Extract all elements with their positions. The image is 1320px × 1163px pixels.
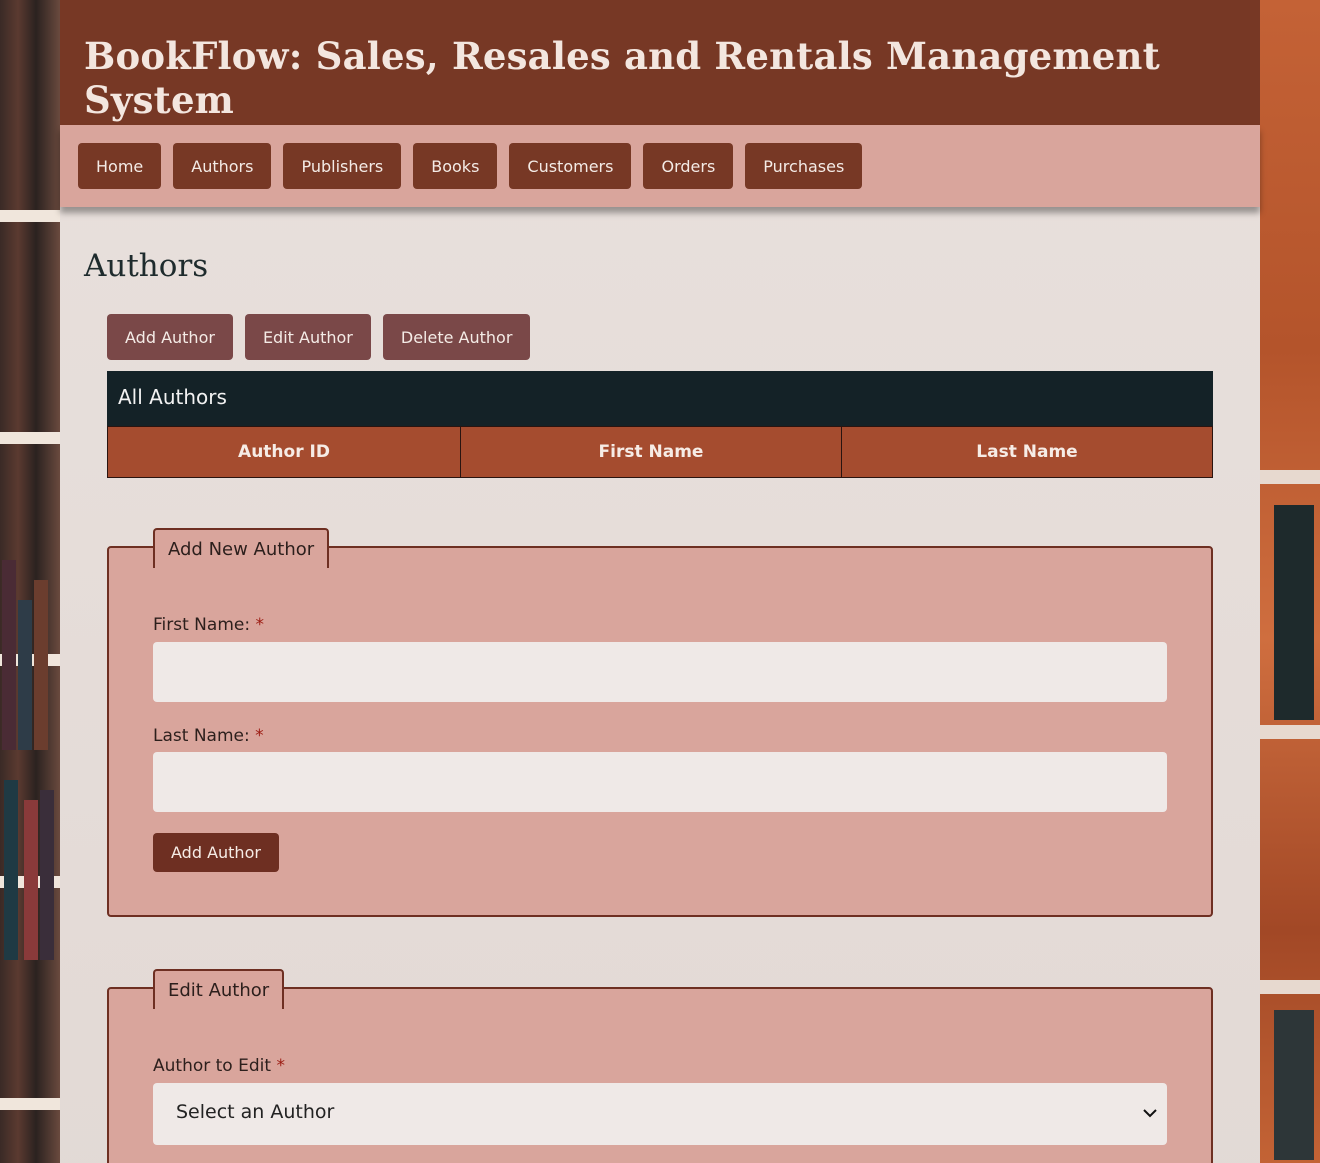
nav-purchases-button[interactable]: Purchases (745, 143, 863, 189)
column-header-author-id[interactable]: Author ID (107, 426, 461, 478)
app-header: BookFlow: Sales, Resales and Rentals Man… (60, 0, 1260, 125)
add-author-action-button[interactable]: Add Author (107, 314, 233, 360)
nav-authors-button[interactable]: Authors (173, 143, 272, 189)
chevron-down-icon (1143, 1103, 1157, 1122)
last-name-label: Last Name: * (153, 726, 264, 746)
add-author-submit-button[interactable]: Add Author (153, 833, 279, 872)
author-to-edit-select[interactable]: Select an Author (153, 1083, 1167, 1145)
main-nav: Home Authors Publishers Books Customers … (60, 125, 1260, 207)
edit-author-action-button[interactable]: Edit Author (244, 314, 371, 360)
author-select-value: Select an Author (176, 1101, 335, 1123)
edit-author-legend: Edit Author (153, 969, 285, 1009)
author-to-edit-label-text: Author to Edit (153, 1056, 272, 1076)
authors-table: All Authors Author ID First Name Last Na… (107, 371, 1213, 478)
nav-home-button[interactable]: Home (78, 143, 162, 189)
required-marker: * (255, 726, 264, 746)
required-marker: * (276, 1056, 285, 1076)
app-title: BookFlow: Sales, Resales and Rentals Man… (84, 34, 1160, 122)
last-name-input[interactable] (153, 752, 1167, 812)
nav-books-button[interactable]: Books (413, 143, 498, 189)
background-bookshelf-left (0, 0, 60, 1163)
delete-author-action-button[interactable]: Delete Author (382, 314, 531, 360)
author-to-edit-label: Author to Edit * (153, 1056, 285, 1076)
first-name-label-text: First Name: (153, 615, 251, 635)
nav-publishers-button[interactable]: Publishers (283, 143, 402, 189)
required-marker: * (255, 615, 264, 635)
last-name-label-text: Last Name: (153, 726, 250, 746)
nav-customers-button[interactable]: Customers (509, 143, 632, 189)
background-bookshelf-right (1260, 0, 1320, 1163)
first-name-label: First Name: * (153, 615, 264, 635)
page-title: Authors (84, 248, 209, 284)
nav-orders-button[interactable]: Orders (643, 143, 734, 189)
column-header-last-name[interactable]: Last Name (841, 426, 1213, 478)
add-author-legend: Add New Author (153, 528, 330, 568)
main-container: BookFlow: Sales, Resales and Rentals Man… (60, 0, 1260, 1163)
column-header-first-name[interactable]: First Name (460, 426, 842, 478)
first-name-input[interactable] (153, 642, 1167, 702)
author-actions: Add Author Edit Author Delete Author (107, 314, 531, 360)
add-author-form: Add New Author First Name: * Last Name: … (107, 528, 1213, 917)
table-caption: All Authors (107, 371, 1213, 426)
edit-author-form: Edit Author Author to Edit * Select an A… (107, 969, 1213, 1163)
